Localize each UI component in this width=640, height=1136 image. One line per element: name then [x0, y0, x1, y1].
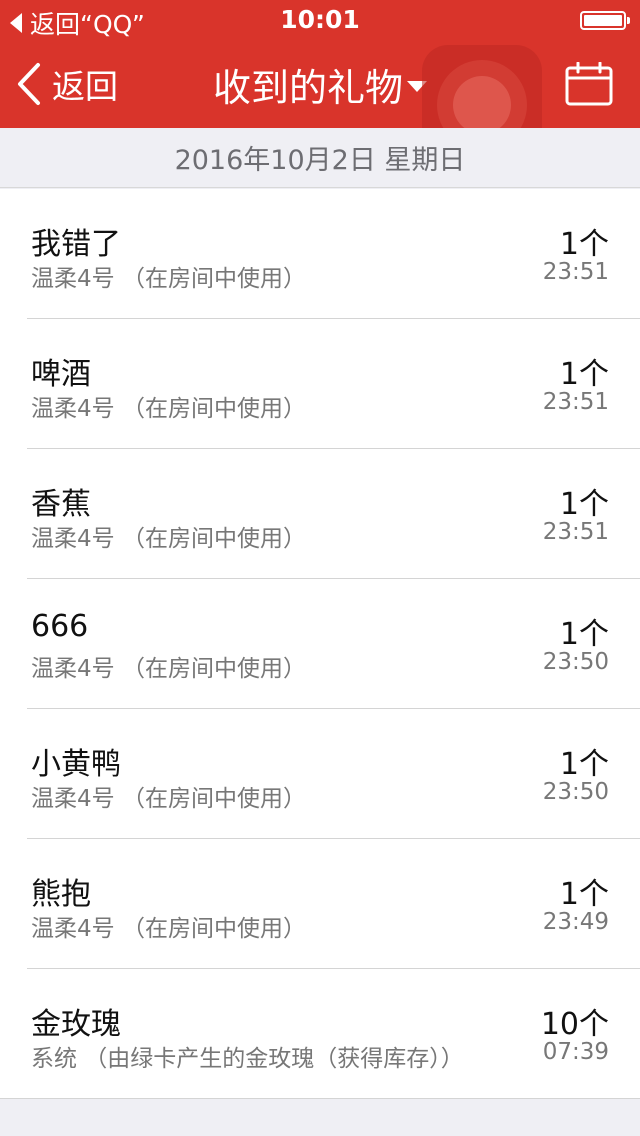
- gift-time: 23:50: [542, 649, 609, 675]
- gift-time: 23:49: [542, 909, 609, 935]
- gift-count: 1个: [559, 357, 609, 392]
- gift-name: 香蕉: [31, 487, 91, 522]
- gift-source: 温柔4号 （在房间中使用）: [31, 656, 306, 682]
- gift-count: 1个: [559, 617, 609, 652]
- gift-count: 1个: [559, 227, 609, 262]
- gift-source: 温柔4号 （在房间中使用）: [31, 786, 306, 812]
- gift-count: 1个: [559, 747, 609, 782]
- gift-source: 温柔4号 （在房间中使用）: [31, 396, 306, 422]
- status-time: 10:01: [280, 5, 360, 34]
- page-title: 收到的礼物: [212, 65, 403, 110]
- gift-source: 温柔4号 （在房间中使用）: [31, 916, 306, 942]
- gift-name: 我错了: [31, 227, 121, 262]
- gift-time: 23:51: [542, 389, 609, 415]
- gift-row[interactable]: 啤酒 温柔4号 （在房间中使用） 1个 23:51: [0, 319, 640, 449]
- gift-time: 23:50: [542, 779, 609, 805]
- gift-time: 07:39: [542, 1039, 609, 1065]
- gift-count: 1个: [559, 877, 609, 912]
- gift-source: 系统 （由绿卡产生的金玫瑰（获得库存））: [31, 1046, 464, 1072]
- floating-button-core: [453, 76, 511, 134]
- gift-time: 23:51: [542, 259, 609, 285]
- date-header: 2016年10月2日 星期日: [0, 128, 640, 188]
- gift-source: 温柔4号 （在房间中使用）: [31, 266, 306, 292]
- navigation-bar: 返回 收到的礼物: [0, 40, 640, 165]
- gift-name: 666: [31, 609, 89, 644]
- gift-name: 熊抱: [31, 877, 91, 912]
- gift-name: 啤酒: [31, 357, 91, 392]
- gift-row[interactable]: 熊抱 温柔4号 （在房间中使用） 1个 23:49: [0, 839, 640, 969]
- row-divider: [0, 1098, 640, 1099]
- gift-row[interactable]: 666 温柔4号 （在房间中使用） 1个 23:50: [0, 579, 640, 709]
- gift-row[interactable]: 我错了 温柔4号 （在房间中使用） 1个 23:51: [0, 189, 640, 319]
- gift-list: 我错了 温柔4号 （在房间中使用） 1个 23:51 啤酒 温柔4号 （在房间中…: [0, 189, 640, 1099]
- battery-icon: [580, 11, 630, 30]
- gift-row[interactable]: 小黄鸭 温柔4号 （在房间中使用） 1个 23:50: [0, 709, 640, 839]
- gift-count: 10个: [540, 1007, 609, 1042]
- calendar-icon[interactable]: [565, 62, 613, 106]
- gift-row[interactable]: 香蕉 温柔4号 （在房间中使用） 1个 23:51: [0, 449, 640, 579]
- date-label: 2016年10月2日 星期日: [174, 145, 466, 176]
- status-bar: 返回“QQ” 10:01: [0, 0, 640, 40]
- gift-source: 温柔4号 （在房间中使用）: [31, 526, 306, 552]
- gift-time: 23:51: [542, 519, 609, 545]
- gift-count: 1个: [559, 487, 609, 522]
- gift-name: 小黄鸭: [31, 747, 121, 782]
- title-dropdown[interactable]: 收到的礼物: [0, 40, 640, 128]
- gift-name: 金玫瑰: [31, 1007, 121, 1042]
- gift-row[interactable]: 金玫瑰 系统 （由绿卡产生的金玫瑰（获得库存）） 10个 07:39: [0, 969, 640, 1099]
